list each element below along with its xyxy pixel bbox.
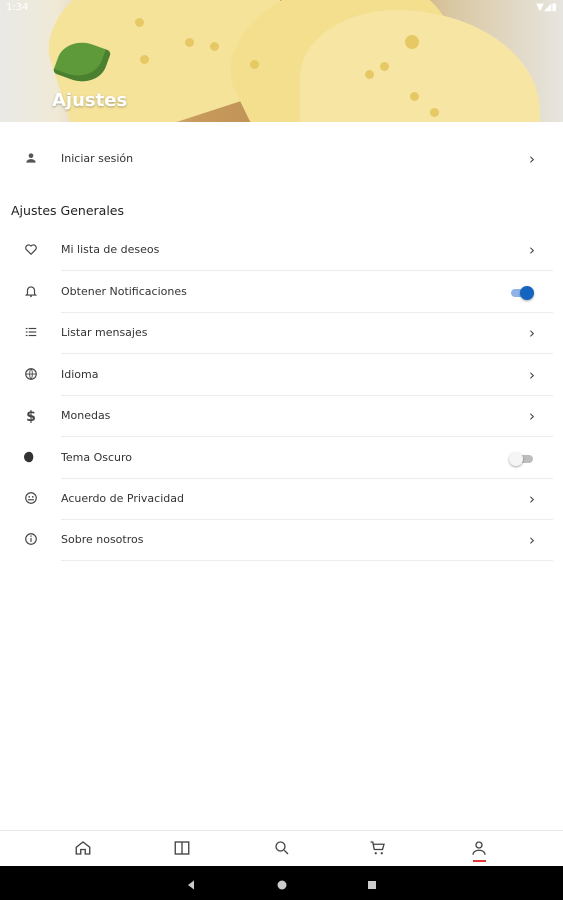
setting-label: Acuerdo de Privacidad bbox=[61, 492, 184, 505]
setting-row-notifications[interactable]: Obtener Notificaciones bbox=[0, 272, 563, 313]
privacy-icon bbox=[22, 491, 40, 509]
login-row[interactable]: Iniciar sesión › bbox=[0, 139, 563, 180]
chevron-right-icon: › bbox=[529, 490, 535, 508]
chevron-right-icon: › bbox=[529, 150, 535, 168]
heart-icon bbox=[22, 242, 40, 260]
setting-label: Obtener Notificaciones bbox=[61, 285, 187, 298]
setting-row-dark-theme[interactable]: Tema Oscuro bbox=[0, 438, 563, 479]
home-button-icon[interactable] bbox=[276, 876, 288, 895]
dark-theme-toggle[interactable] bbox=[509, 451, 534, 466]
notifications-toggle[interactable] bbox=[509, 285, 534, 300]
active-tab-indicator bbox=[473, 860, 486, 862]
recents-icon[interactable] bbox=[366, 876, 378, 895]
cheese-wheel-image bbox=[300, 10, 540, 122]
page-title: Ajustes bbox=[52, 90, 128, 111]
dollar-icon: $ bbox=[26, 409, 36, 425]
search-icon[interactable] bbox=[273, 839, 293, 859]
chevron-right-icon: › bbox=[529, 241, 535, 259]
header-banner: 1:34 ▼◢▮ Ajustes bbox=[0, 0, 563, 122]
status-time: 1:34 bbox=[6, 2, 29, 13]
chevron-right-icon: › bbox=[529, 324, 535, 342]
back-icon[interactable] bbox=[185, 876, 197, 895]
setting-label: Idioma bbox=[61, 368, 99, 381]
login-label: Iniciar sesión bbox=[61, 152, 134, 165]
setting-row-about[interactable]: Sobre nosotros › bbox=[0, 520, 563, 561]
setting-label: Sobre nosotros bbox=[61, 533, 144, 546]
setting-row-currency[interactable]: $ Monedas › bbox=[0, 396, 563, 437]
bottom-navigation bbox=[0, 830, 563, 867]
status-icons: ▼◢▮ bbox=[536, 2, 557, 13]
setting-label: Listar mensajes bbox=[61, 326, 148, 339]
book-icon[interactable] bbox=[173, 839, 193, 859]
status-bar: 1:34 ▼◢▮ bbox=[0, 0, 563, 18]
chevron-right-icon: › bbox=[529, 531, 535, 549]
bell-icon bbox=[22, 284, 40, 302]
info-icon bbox=[22, 532, 40, 550]
android-navigation-bar bbox=[0, 866, 563, 900]
setting-label: Tema Oscuro bbox=[61, 451, 132, 464]
moon-icon bbox=[22, 450, 40, 468]
section-title: Ajustes Generales bbox=[11, 203, 125, 218]
person-icon bbox=[22, 151, 40, 169]
list-icon bbox=[22, 325, 40, 343]
setting-label: Monedas bbox=[61, 409, 111, 422]
globe-icon bbox=[22, 367, 40, 385]
account-icon[interactable] bbox=[470, 839, 490, 859]
setting-row-privacy[interactable]: Acuerdo de Privacidad › bbox=[0, 479, 563, 520]
setting-row-wishlist[interactable]: Mi lista de deseos › bbox=[0, 230, 563, 271]
chevron-right-icon: › bbox=[529, 366, 535, 384]
setting-row-language[interactable]: Idioma › bbox=[0, 355, 563, 396]
setting-label: Mi lista de deseos bbox=[61, 243, 160, 256]
home-icon[interactable] bbox=[74, 839, 94, 859]
setting-row-messages[interactable]: Listar mensajes › bbox=[0, 313, 563, 354]
cart-icon[interactable] bbox=[369, 839, 389, 859]
chevron-right-icon: › bbox=[529, 407, 535, 425]
